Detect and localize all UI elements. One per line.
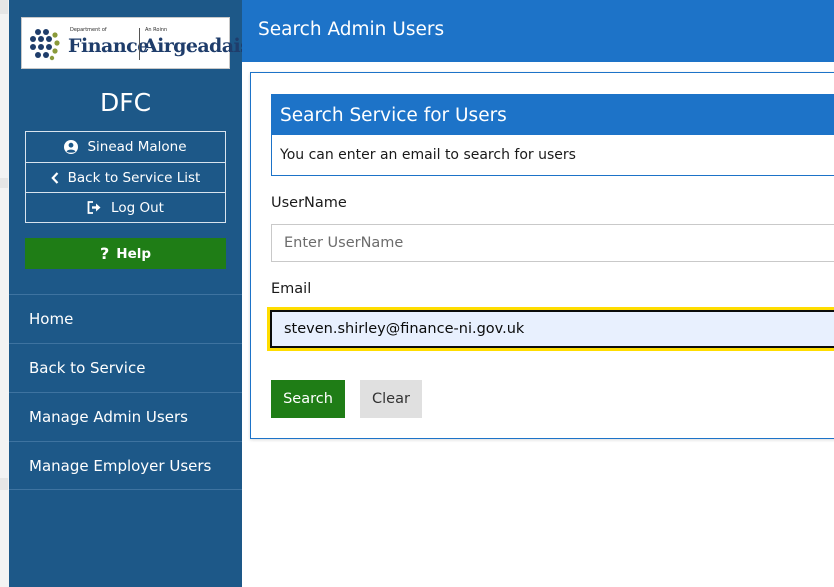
email-label: Email — [271, 281, 312, 297]
logo-dept-text: Department of — [70, 27, 107, 33]
username-input[interactable] — [271, 224, 834, 262]
username-label: UserName — [271, 195, 347, 211]
help-label: Help — [116, 245, 152, 262]
user-name: Sinead Malone — [87, 139, 187, 155]
user-circle-icon — [64, 140, 79, 154]
search-card-description: You can enter an email to search for use… — [280, 147, 576, 163]
sidebar-item-home[interactable]: Home — [9, 294, 242, 343]
sidebar-item-label: Manage Employer Users — [29, 456, 212, 475]
page-title: Search Admin Users — [258, 19, 445, 40]
sidebar: Department of Finance An Roinn Airgeadai… — [9, 0, 251, 587]
log-out-link[interactable]: Log Out — [26, 192, 225, 222]
help-button[interactable]: ? Help — [25, 238, 226, 269]
question-mark-icon: ? — [99, 244, 110, 263]
sidebar-item-label: Home — [29, 310, 74, 328]
logo-emblem-icon — [30, 29, 60, 61]
sidebar-item-manage-admin-users[interactable]: Manage Admin Users — [9, 392, 242, 441]
logo-divider — [139, 28, 140, 60]
search-card-title: Search Service for Users — [272, 95, 834, 135]
page-header: Search Admin Users — [242, 0, 834, 62]
sidebar-item-manage-employer-users[interactable]: Manage Employer Users — [9, 441, 242, 490]
sidebar-item-back-to-service[interactable]: Back to Service — [9, 343, 242, 392]
email-input[interactable] — [270, 310, 834, 348]
user-panel: Sinead Malone Back to Service List Log O… — [25, 131, 226, 223]
search-info-card: Search Service for Users You can enter a… — [271, 94, 834, 176]
department-logo: Department of Finance An Roinn Airgeadai… — [21, 17, 251, 69]
sidebar-title: DFC — [99, 88, 152, 117]
log-out-label: Log Out — [111, 199, 164, 216]
logo-finance-text: Finance — [68, 35, 149, 57]
sidebar-item-label: Back to Service — [29, 359, 146, 377]
sidebar-item-label: Manage Admin Users — [29, 408, 188, 426]
logo-airgeadais-text: Airgeadais — [143, 35, 251, 57]
sidebar-nav: Home Back to Service Manage Admin Users … — [9, 294, 242, 490]
back-to-service-list-link[interactable]: Back to Service List — [26, 162, 225, 192]
search-panel: Search Service for Users You can enter a… — [250, 72, 834, 439]
clear-button[interactable]: Clear — [360, 380, 422, 418]
user-profile-link[interactable]: Sinead Malone — [26, 132, 225, 162]
search-button[interactable]: Search — [271, 380, 345, 418]
email-focus-ring — [267, 307, 834, 351]
back-to-service-list-label: Back to Service List — [67, 169, 201, 186]
logo-an-roinn-text: An Roinn — [145, 27, 168, 33]
sign-out-icon — [87, 201, 102, 214]
chevron-left-icon — [50, 171, 59, 184]
